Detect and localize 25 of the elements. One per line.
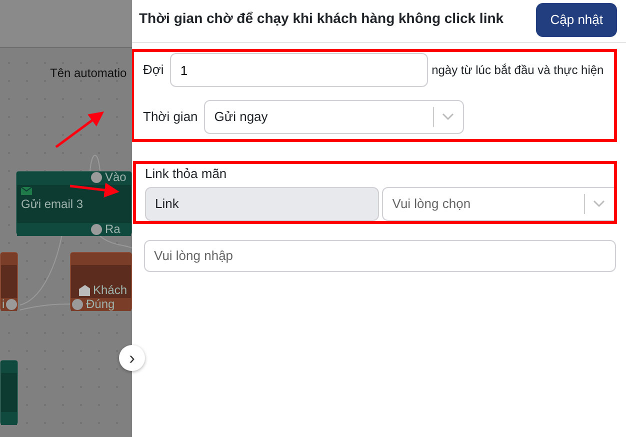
time-label: Thời gian <box>143 108 198 126</box>
annotation-arrow <box>70 182 120 198</box>
workflow-node[interactable]: Khách Đúng <box>70 252 132 311</box>
wait-label: Đợi <box>143 61 164 80</box>
chevron-down-icon <box>442 113 454 121</box>
time-select[interactable]: Gửi ngay <box>204 100 464 134</box>
annotation-arrow <box>55 112 104 148</box>
panel-title: Thời gian chờ để chạy khi khách hàng không click link <box>139 8 504 28</box>
text-input[interactable]: Vui lòng nhập <box>144 240 616 272</box>
link-select[interactable]: Vui lòng chọn <box>382 186 614 220</box>
wait-suffix: ngày từ lúc bắt đầu và thực hiện <box>432 62 604 79</box>
link-label: Link thỏa mãn <box>145 165 228 183</box>
wait-days-input[interactable]: 1 <box>170 53 428 87</box>
connector-line <box>90 154 100 172</box>
connector-line <box>100 236 132 248</box>
workflow-node[interactable]: Vào Gửi email 3 Ra <box>16 171 132 235</box>
automation-name-label: Tên automatio <box>50 65 127 82</box>
node-title: Gửi email 3 <box>21 196 84 213</box>
chevron-down-icon <box>593 200 605 208</box>
envelope-icon <box>21 187 32 195</box>
workflow-node[interactable] <box>0 360 18 425</box>
node-title: Khách <box>92 282 127 299</box>
link-prefix: Link <box>145 186 379 220</box>
workflow-node[interactable]: i <box>0 252 18 311</box>
update-button[interactable]: Cập nhật <box>536 3 617 37</box>
